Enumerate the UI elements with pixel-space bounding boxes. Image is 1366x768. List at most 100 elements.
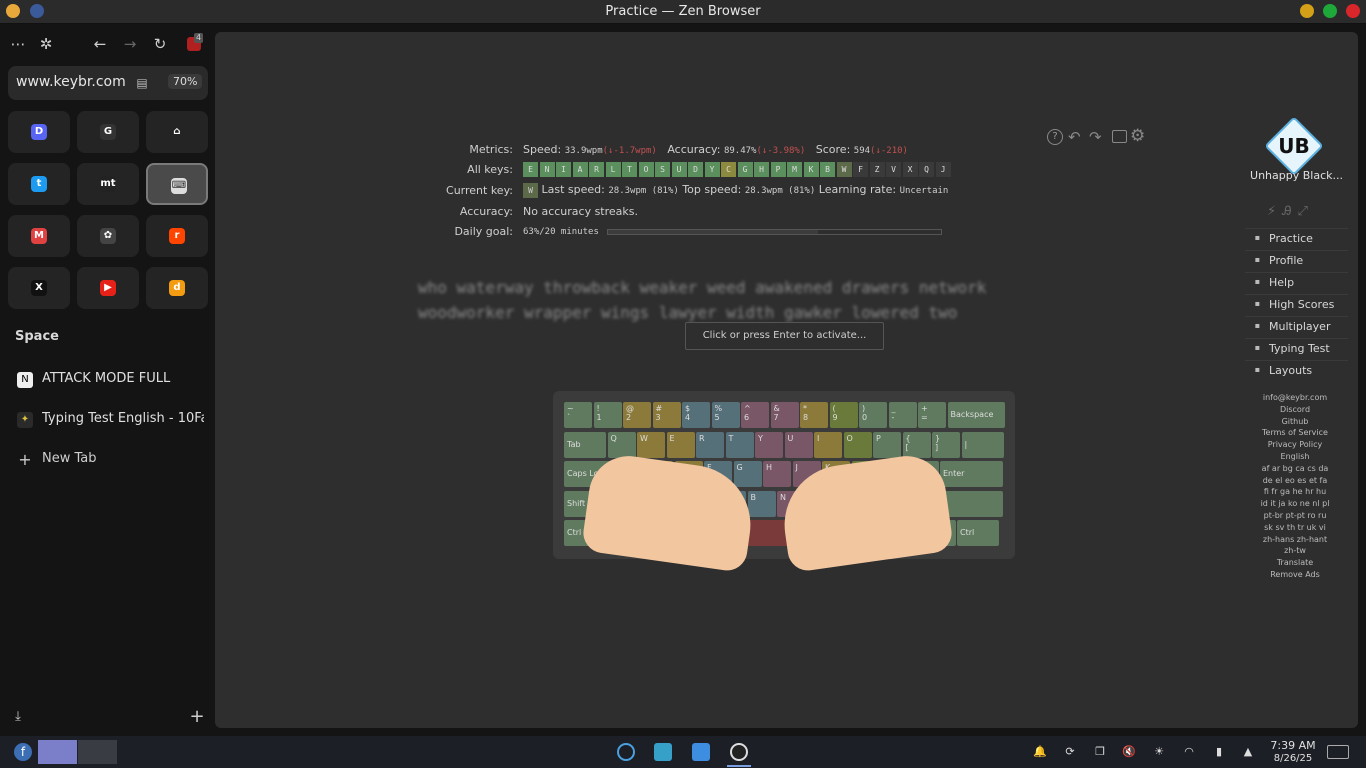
deepl-icon: d xyxy=(169,280,185,296)
url-bar[interactable]: www.keybr.com ▤ 70% xyxy=(8,66,208,100)
help-icon[interactable]: ? xyxy=(1047,129,1063,145)
current-key-row: W Last speed: 28.3wpm (81%) Top speed: 2… xyxy=(523,183,948,198)
footer-link[interactable]: fi fr ga he hr hu xyxy=(1243,486,1347,498)
pinned-tab-discord[interactable]: D xyxy=(8,111,70,153)
footer-link[interactable]: af ar bg ca cs da xyxy=(1243,463,1347,475)
pinned-tab-youtube[interactable]: ▶ xyxy=(77,267,139,309)
footer-link[interactable]: Discord xyxy=(1243,404,1347,416)
more-menu-icon[interactable]: ⋯ xyxy=(6,32,30,56)
pinned-tab-gmail[interactable]: M xyxy=(8,215,70,257)
taskbar: f 🔔 ⟳ ❐ 🔇 ☀ ◠ ▮ ▲ 7:39 AM 8/26/25 xyxy=(0,736,1366,768)
key-stat-c: C xyxy=(721,162,736,177)
avatar[interactable]: UB xyxy=(1273,134,1315,158)
notifications-icon[interactable]: 🔔 xyxy=(1032,744,1048,760)
undo-icon[interactable]: ↶ xyxy=(1068,128,1081,146)
footer-link[interactable]: pt-br pt-pt ro ru xyxy=(1243,510,1347,522)
pinned-tab-x[interactable]: X xyxy=(8,267,70,309)
footer-link[interactable]: Translate xyxy=(1243,557,1347,569)
footer-link[interactable]: Remove Ads xyxy=(1243,569,1347,581)
pinned-tab-keybr[interactable]: ⌨ xyxy=(146,163,208,205)
add-space-icon[interactable]: + xyxy=(185,705,209,729)
settings-app-icon[interactable] xyxy=(617,743,635,761)
pinned-tab-monkeytype[interactable]: mt xyxy=(77,163,139,205)
pinned-tab-home[interactable]: ⌂ xyxy=(146,111,208,153)
keyboard-key: # 3 xyxy=(652,402,681,428)
volume-muted-icon[interactable]: 🔇 xyxy=(1121,744,1137,760)
brightness-icon[interactable]: ☀ xyxy=(1151,744,1167,760)
tab-item[interactable]: N ATTACK MODE FULL xyxy=(10,364,208,396)
maximize-button[interactable] xyxy=(1323,4,1337,18)
fullscreen-icon[interactable] xyxy=(1112,130,1127,143)
clipboard-icon[interactable]: ❐ xyxy=(1092,744,1108,760)
battery-icon[interactable]: ▮ xyxy=(1211,744,1227,760)
gmail-icon: M xyxy=(31,228,47,244)
pinned-tab-tumblr[interactable]: t xyxy=(8,163,70,205)
workspace-1[interactable] xyxy=(38,740,77,764)
settings-gear-icon[interactable]: ⚙ xyxy=(1130,126,1145,146)
close-button[interactable] xyxy=(1346,4,1360,18)
key-stat-p: P xyxy=(770,162,786,177)
footer-link[interactable]: id it ja ko ne nl pl xyxy=(1243,498,1347,510)
user-name[interactable]: Unhappy Black... xyxy=(1245,169,1348,182)
extensions-icon[interactable]: ✲ xyxy=(34,32,58,56)
nav-item-multiplayer[interactable]: ▪ Multiplayer xyxy=(1245,316,1348,336)
nav-item-practice[interactable]: ▪ Practice xyxy=(1245,228,1348,248)
nav-item-high-scores[interactable]: ▪ High Scores xyxy=(1245,294,1348,314)
pinned-tab-chatgpt[interactable]: ✿ xyxy=(77,215,139,257)
pinned-tab-reddit[interactable]: r xyxy=(146,215,208,257)
trophy-icon: ▪ xyxy=(1254,299,1261,308)
wifi-icon[interactable]: ◠ xyxy=(1181,744,1197,760)
zen-browser-icon[interactable] xyxy=(730,743,748,761)
accuracy-streak-label: Accuracy: xyxy=(459,205,513,218)
last-speed-value: 28.3wpm (81%) xyxy=(608,186,679,196)
activate-prompt[interactable]: Click or press Enter to activate... xyxy=(685,322,884,350)
new-tab-button[interactable]: + New Tab xyxy=(10,444,208,476)
space-label: Space xyxy=(15,329,59,344)
footer-link[interactable]: sk sv th tr uk vi xyxy=(1243,522,1347,534)
keyboard-key: U xyxy=(784,431,813,458)
nav-item-profile[interactable]: ▪ Profile xyxy=(1245,250,1348,270)
footer-link[interactable]: de el eo es et fa xyxy=(1243,475,1347,487)
minimize-button[interactable] xyxy=(1300,4,1314,18)
tray-expand-icon[interactable]: ▲ xyxy=(1240,744,1256,760)
tab-item[interactable]: ✦ Typing Test English - 10Fa xyxy=(10,404,208,436)
keyboard-key: Tab xyxy=(564,431,606,458)
ublock-extension-icon[interactable]: 4 xyxy=(182,32,206,56)
footer-link[interactable]: zh-tw xyxy=(1243,545,1347,557)
footer-link[interactable]: Github xyxy=(1243,416,1347,428)
sync-icon[interactable]: ⟳ xyxy=(1062,744,1078,760)
keyboard-key: { [ xyxy=(902,431,931,458)
reload-button[interactable]: ↻ xyxy=(148,32,172,56)
footer-link[interactable]: Terms of Service xyxy=(1243,427,1347,439)
pinned-tab-deepl[interactable]: d xyxy=(146,267,208,309)
footer-link[interactable]: English xyxy=(1243,451,1347,463)
workspace-2[interactable] xyxy=(78,740,117,764)
extension-badge: 4 xyxy=(194,33,204,43)
clock[interactable]: 7:39 AM 8/26/25 xyxy=(1262,739,1324,765)
speed-value: 33.9wpm xyxy=(564,146,603,156)
zoom-level[interactable]: 70% xyxy=(168,74,203,89)
nav-item-layouts[interactable]: ▪ Layouts xyxy=(1245,360,1348,380)
footer-link[interactable]: Privacy Policy xyxy=(1243,439,1347,451)
fedora-launcher-icon[interactable]: f xyxy=(14,743,32,761)
metrics-label: Metrics: xyxy=(469,143,513,156)
key-stat-v: V xyxy=(886,162,901,177)
show-desktop-icon[interactable] xyxy=(1327,745,1349,759)
file-manager-icon[interactable] xyxy=(692,743,710,761)
nav-item-help[interactable]: ▪ Help xyxy=(1245,272,1348,292)
browser-sidebar: ⋯ ✲ ← → ↻ 4 www.keybr.com ▤ 70% D G ⌂ t mt ⌨ M… xyxy=(0,24,215,736)
back-button[interactable]: ← xyxy=(88,32,112,56)
pinned-tab-github[interactable]: G xyxy=(77,111,139,153)
forward-button[interactable]: → xyxy=(118,32,142,56)
view-toggle-icons[interactable]: ⚡Ꭿ⤢ xyxy=(1267,204,1314,219)
footer-link[interactable]: zh-hans zh-hant xyxy=(1243,534,1347,546)
redo-icon[interactable]: ↷ xyxy=(1089,128,1102,146)
key-stat-u: U xyxy=(671,162,687,177)
practice-text[interactable]: who waterway throwback weaker weed awake… xyxy=(418,275,1058,325)
downloads-icon[interactable]: ⤓ xyxy=(6,705,30,729)
reader-mode-icon[interactable]: ▤ xyxy=(134,75,150,91)
keyboard-key: $ 4 xyxy=(682,402,710,428)
footer-link[interactable]: info@keybr.com xyxy=(1243,392,1347,404)
nav-item-typing-test[interactable]: ▪ Typing Test xyxy=(1245,338,1348,358)
software-center-icon[interactable] xyxy=(654,743,672,761)
